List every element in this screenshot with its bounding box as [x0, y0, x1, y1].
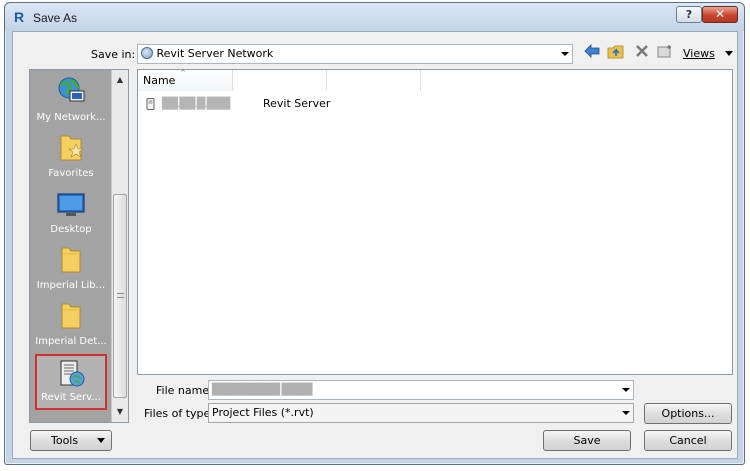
back-arrow-icon[interactable] [583, 44, 601, 62]
network-globe-icon [56, 76, 86, 108]
column-header-blank[interactable] [233, 70, 327, 91]
close-icon: ✕ [714, 7, 726, 21]
tools-label: Tools [51, 434, 79, 447]
place-imperial-detail[interactable]: Imperial Det... [30, 300, 112, 347]
column-header-name[interactable]: Name ^ [138, 69, 233, 91]
save-label: Save [573, 434, 601, 447]
dialog-title: Save As [33, 11, 78, 25]
save-in-dropdown[interactable]: Revit Server Network [137, 44, 573, 64]
file-name-input[interactable]: █████████ ████ [208, 380, 634, 400]
scroll-thumb[interactable] [113, 194, 127, 398]
column-header-blank[interactable] [327, 70, 421, 91]
new-folder-icon[interactable] [656, 44, 674, 62]
place-label: My Network... [36, 112, 106, 123]
chevron-down-icon [622, 388, 630, 392]
revit-r-icon: R [14, 9, 25, 25]
close-button[interactable]: ✕ [702, 6, 738, 23]
chevron-down-icon [561, 52, 569, 56]
up-folder-icon[interactable] [607, 44, 625, 62]
save-in-value: Revit Server Network [156, 47, 274, 60]
place-label: Desktop [50, 224, 92, 235]
revit-server-icon [56, 358, 86, 390]
favorites-folder-icon [56, 132, 86, 164]
place-desktop[interactable]: Desktop [30, 188, 112, 235]
scroll-down-icon[interactable]: ▼ [113, 404, 127, 420]
folder-icon [56, 300, 86, 332]
cancel-button[interactable]: Cancel [644, 430, 732, 451]
place-favorites[interactable]: Favorites [30, 132, 112, 179]
chevron-down-icon [725, 51, 734, 56]
file-name-cell: ██.██.█.███ [162, 97, 230, 110]
scroll-up-icon[interactable]: ▲ [113, 72, 127, 88]
delete-icon[interactable] [633, 44, 651, 62]
files-of-type-label: Files of type: [144, 407, 215, 420]
options-button[interactable]: Options... [644, 403, 732, 424]
place-label: Favorites [48, 168, 94, 179]
views-label: Views [683, 47, 715, 60]
grip-icon [117, 293, 124, 298]
save-as-dialog: R Save As ? ✕ Save in: Revit Server Netw… [4, 2, 745, 465]
files-of-type-value: Project Files (*.rvt) [212, 406, 314, 419]
place-imperial-library[interactable]: Imperial Lib... [30, 244, 112, 291]
save-button[interactable]: Save [543, 430, 631, 451]
place-revit-server-selected[interactable]: Revit Serv... [35, 354, 107, 410]
places-bar: My Network... Favorites Desktop Imperial… [29, 69, 129, 423]
help-button[interactable]: ? [676, 6, 702, 23]
chevron-down-icon [97, 438, 105, 443]
dialog-body: Save in: Revit Server Network Views My N… [12, 31, 738, 459]
sort-arrow-icon: ^ [180, 69, 186, 77]
save-in-label: Save in: [91, 48, 136, 61]
table-row[interactable]: ██.██.█.███ Revit Server [146, 97, 546, 111]
folder-icon [56, 244, 86, 276]
title-bar[interactable]: R Save As ? ✕ [5, 3, 744, 31]
desktop-icon [56, 188, 86, 220]
views-menu-button[interactable]: Views [683, 47, 734, 60]
server-icon [146, 98, 155, 113]
network-location-icon [141, 47, 153, 59]
file-list[interactable]: Name ^ ██.██.█.███ Revit Server [137, 69, 733, 375]
file-name-label: File name: [156, 384, 213, 397]
place-label: Revit Serv... [41, 392, 101, 403]
place-label: Imperial Det... [35, 336, 107, 347]
chevron-down-icon [622, 411, 630, 415]
place-label: Imperial Lib... [36, 280, 106, 291]
file-type-cell: Revit Server [263, 97, 331, 110]
place-my-network[interactable]: My Network... [30, 76, 112, 123]
file-name-value: █████████ ████ [212, 383, 312, 396]
places-list: My Network... Favorites Desktop Imperial… [30, 70, 112, 422]
tools-button[interactable]: Tools [30, 430, 112, 451]
files-of-type-dropdown[interactable]: Project Files (*.rvt) [208, 403, 634, 423]
places-scrollbar[interactable]: ▲ ▼ [111, 70, 128, 422]
column-header-label: Name [143, 74, 176, 87]
